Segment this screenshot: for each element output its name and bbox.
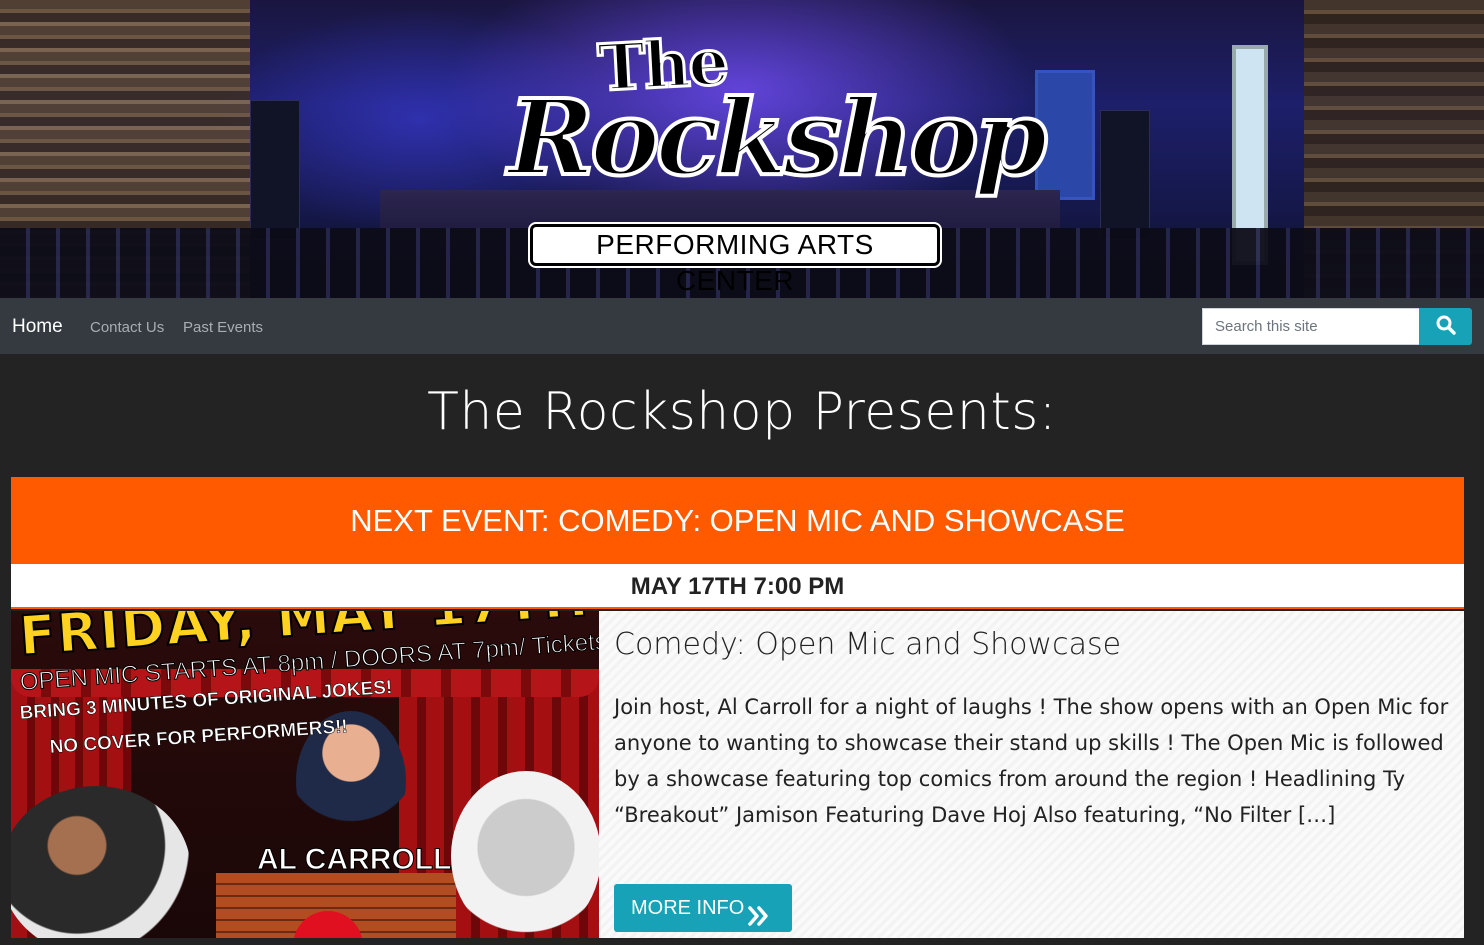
- speaker-right: [1100, 110, 1150, 240]
- search-icon: [1436, 315, 1456, 338]
- more-info-button[interactable]: MORE INFO: [614, 884, 792, 932]
- nav-past-events-link[interactable]: Past Events: [183, 319, 263, 336]
- speaker-left: [250, 100, 300, 240]
- event-date-time: MAY 17TH 7:00 PM: [11, 564, 1464, 609]
- poster-host-name: AL CARROLL: [256, 843, 452, 877]
- event-details: Comedy: Open Mic and Showcase Join host,…: [599, 611, 1464, 938]
- logo-subtitle: PERFORMING ARTS CENTER: [530, 224, 940, 296]
- page-heading: The Rockshop Presents:: [427, 382, 1057, 442]
- search-form: [1202, 308, 1472, 345]
- event-poster-image[interactable]: FRIDAY, MAY 17TH OPEN MIC STARTS AT 8pm …: [11, 611, 599, 938]
- event-description: Join host, Al Carroll for a night of lau…: [614, 695, 1449, 827]
- logo-name-text: Rockshop: [506, 76, 1049, 199]
- next-event-banner: NEXT EVENT: COMEDY: OPEN MIC AND SHOWCAS…: [11, 477, 1464, 564]
- stage-door: [1035, 70, 1095, 200]
- comedian-photo-right: [451, 771, 599, 938]
- event-title[interactable]: Comedy: Open Mic and Showcase: [614, 627, 1121, 662]
- search-button[interactable]: [1419, 308, 1472, 345]
- search-input[interactable]: [1202, 308, 1420, 345]
- nav-contact-link[interactable]: Contact Us: [90, 319, 164, 336]
- site-logo[interactable]: The Rockshop PERFORMING ARTS CENTER: [506, 23, 1049, 296]
- more-info-label: MORE INFO: [631, 897, 745, 919]
- header-banner: The Rockshop PERFORMING ARTS CENTER: [0, 0, 1484, 298]
- nav-home-link[interactable]: Home: [12, 316, 63, 338]
- main-navbar: Home Contact Us Past Events: [0, 298, 1484, 354]
- comedian-photo-left: [11, 786, 191, 938]
